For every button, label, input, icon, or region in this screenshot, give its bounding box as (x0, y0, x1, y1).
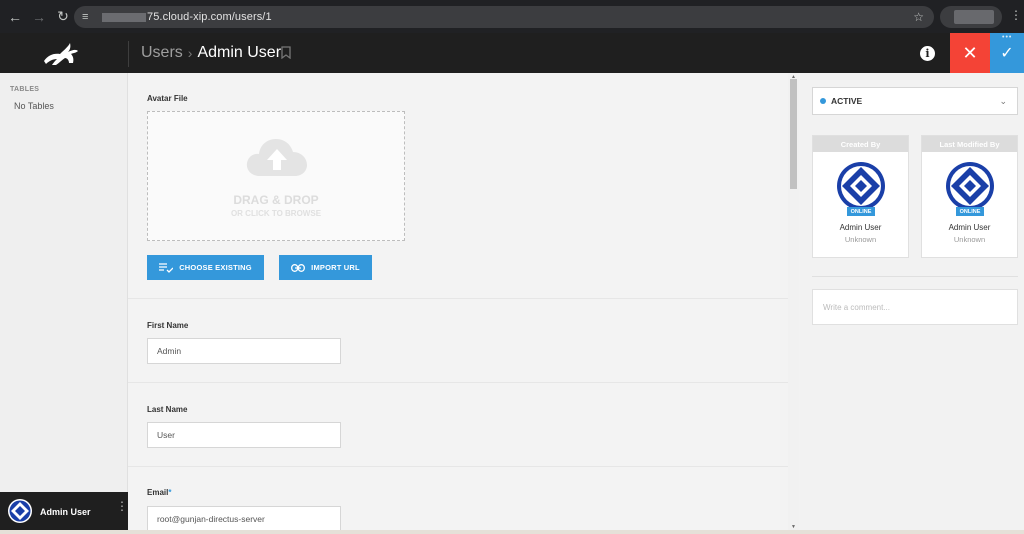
created-by-card: Created By ONLINE Admin User Unknown (812, 135, 909, 258)
chevron-right-icon: › (187, 45, 193, 61)
site-settings-icon[interactable]: ≡ (82, 11, 98, 23)
creator-name: Admin User (839, 223, 882, 232)
redacted-profile (954, 10, 994, 24)
drag-drop-title: DRAG & DROP (233, 193, 319, 207)
online-badge: ONLINE (956, 207, 984, 216)
app-header: Users › Admin User i ✕ ••• ✓ (0, 33, 1024, 73)
current-user-bar[interactable]: Admin User ⋮ (0, 492, 128, 530)
tables-heading: TABLES (10, 86, 40, 93)
creator-avatar-icon (837, 162, 885, 210)
import-url-button[interactable]: IMPORT URL (279, 255, 372, 280)
check-icon: ✓ (1000, 45, 1014, 62)
avatar-file-label: Avatar File (147, 94, 188, 103)
first-name-field[interactable]: Admin (147, 338, 341, 364)
breadcrumb-users[interactable]: Users (141, 44, 183, 62)
bookmark-icon[interactable] (281, 46, 291, 59)
profile-chip[interactable] (940, 6, 1002, 28)
current-user-name: Admin User (40, 507, 91, 517)
edit-form: Avatar File DRAG & DROP OR CLICK TO BROW… (128, 73, 788, 534)
bookmark-star-icon[interactable]: ☆ (913, 10, 924, 24)
email-label: Email* (147, 488, 171, 497)
choose-existing-label: CHOOSE EXISTING (179, 263, 252, 272)
link-icon (291, 263, 306, 272)
window-bottom-edge (0, 530, 1024, 534)
first-name-label: First Name (147, 321, 189, 330)
creator-time: Unknown (844, 235, 877, 244)
rabbit-logo-icon[interactable] (40, 41, 84, 67)
playlist-check-icon (159, 262, 174, 273)
close-icon: ✕ (962, 42, 978, 63)
modifier-time: Unknown (953, 235, 986, 244)
status-dropdown[interactable]: ACTIVE ⌄ (812, 87, 1018, 115)
email-label-text: Email (147, 488, 169, 497)
required-marker: * (168, 488, 172, 497)
address-bar[interactable]: ≡ 75.cloud-xip.com/users/1 ☆ (74, 6, 934, 28)
info-icon[interactable]: i (920, 46, 935, 61)
more-options-icon[interactable]: ••• (1002, 34, 1012, 41)
cancel-button[interactable]: ✕ (950, 33, 990, 73)
comment-input[interactable]: Write a comment... (812, 289, 1018, 325)
modifier-avatar-icon (946, 162, 994, 210)
user-menu-icon[interactable]: ⋮ (116, 500, 128, 512)
last-name-label: Last Name (147, 405, 188, 414)
panel-divider (812, 276, 1018, 277)
forward-icon[interactable]: → (28, 6, 50, 28)
chevron-down-icon: ⌄ (999, 96, 1007, 106)
choose-existing-button[interactable]: CHOOSE EXISTING (147, 255, 264, 280)
modifier-name: Admin User (948, 223, 991, 232)
status-value: ACTIVE (831, 96, 863, 106)
status-dot-icon (820, 98, 826, 104)
header-divider (128, 41, 129, 67)
redacted-host (102, 12, 146, 22)
modified-by-card: Last Modified By ONLINE Admin User Unkno… (921, 135, 1018, 258)
last-name-field[interactable]: User (147, 422, 341, 448)
modified-by-heading: Last Modified By (922, 136, 1017, 152)
breadcrumb: Users › Admin User (141, 44, 281, 62)
scrollbar-thumb[interactable] (790, 79, 797, 189)
section-divider (128, 466, 788, 467)
import-url-label: IMPORT URL (311, 263, 360, 272)
url-text: 75.cloud-xip.com/users/1 (147, 11, 272, 23)
section-divider (128, 298, 788, 299)
browser-toolbar: ← → ↻ ≡ 75.cloud-xip.com/users/1 ☆ ⋮ (0, 0, 1024, 33)
user-avatar-icon (8, 499, 32, 523)
page-title: Admin User (197, 44, 282, 61)
avatar-section: Avatar File DRAG & DROP OR CLICK TO BROW… (128, 73, 788, 298)
main-scrollbar[interactable]: ▲ ▼ (788, 73, 799, 534)
browser-menu-icon[interactable]: ⋮ (1010, 8, 1022, 22)
file-dropzone[interactable]: DRAG & DROP OR CLICK TO BROWSE (147, 111, 405, 241)
reload-icon[interactable]: ↻ (52, 6, 74, 28)
email-field[interactable]: root@gunjan-directus-server (147, 506, 341, 532)
back-icon[interactable]: ← (4, 6, 26, 28)
nav-sidebar: TABLES No Tables (0, 73, 128, 534)
online-badge: ONLINE (847, 207, 875, 216)
cloud-upload-icon (246, 139, 307, 176)
section-divider (128, 382, 788, 383)
click-to-browse-text: OR CLICK TO BROWSE (230, 209, 322, 218)
no-tables-text: No Tables (14, 101, 54, 111)
created-by-heading: Created By (813, 136, 908, 152)
info-panel: ACTIVE ⌄ Created By ONLINE Admin User Un… (799, 73, 1024, 534)
save-button[interactable]: ••• ✓ (990, 33, 1024, 73)
